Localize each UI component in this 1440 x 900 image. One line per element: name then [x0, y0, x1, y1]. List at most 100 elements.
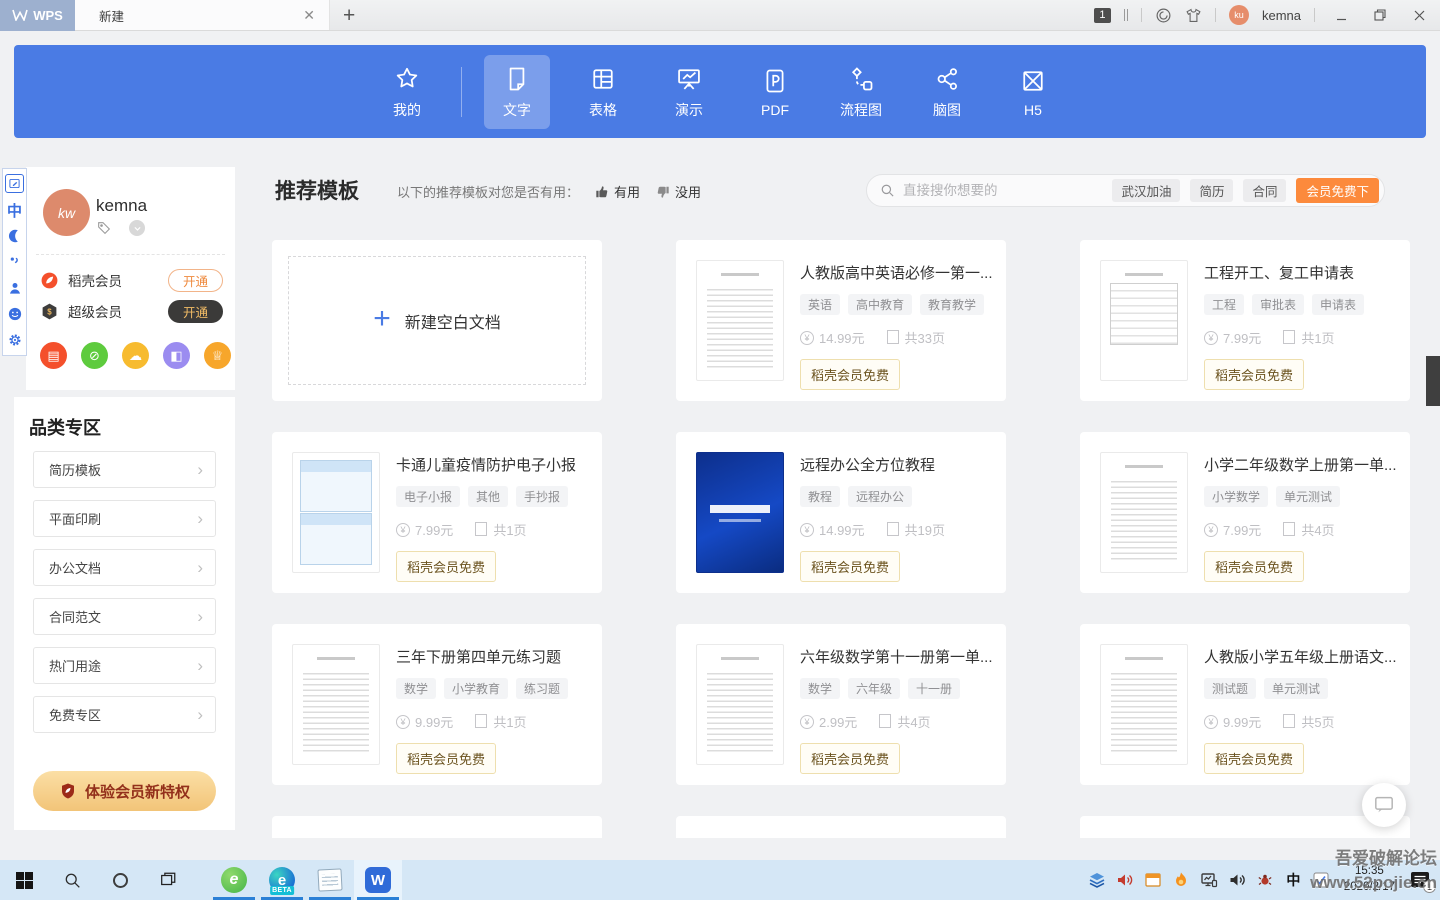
- smile-icon[interactable]: [5, 302, 24, 326]
- template-card[interactable]: 人教版高中英语必修一第一... 英语高中教育教育教学 ¥ 14.99元 共33页…: [676, 240, 1006, 401]
- category-item[interactable]: 平面印刷 ›: [33, 500, 216, 537]
- nav-item[interactable]: 文字: [484, 55, 550, 129]
- templates-icon[interactable]: ▤: [40, 342, 67, 369]
- nav-item[interactable]: H5: [1000, 57, 1066, 127]
- action-center-button[interactable]: 1: [1408, 869, 1432, 891]
- flame-icon[interactable]: [1172, 871, 1191, 890]
- profile-avatar[interactable]: kw: [43, 189, 90, 236]
- search-hot-tag[interactable]: 武汉加油: [1112, 179, 1180, 202]
- template-card[interactable]: 三年下册第四单元练习题 数学小学教育练习题 ¥ 9.99元 共1页 稻壳会员免费: [272, 624, 602, 785]
- search-hot-tag[interactable]: 合同: [1243, 179, 1286, 202]
- privileges-icon[interactable]: ♕: [204, 342, 231, 369]
- template-tag[interactable]: 申请表: [1312, 294, 1364, 315]
- template-tag[interactable]: 工程: [1204, 294, 1244, 315]
- netmon-icon[interactable]: [1200, 871, 1219, 890]
- template-tag[interactable]: 手抄报: [516, 486, 568, 507]
- template-tag[interactable]: 单元测试: [1264, 678, 1328, 699]
- feedback-chat-button[interactable]: [1362, 783, 1406, 827]
- document-tab[interactable]: 新建 ✕: [75, 0, 330, 30]
- cortana-button[interactable]: [96, 860, 144, 900]
- newdoc-tool-icon[interactable]: [5, 174, 24, 193]
- volume-red-icon[interactable]: [1116, 871, 1135, 890]
- layers-icon[interactable]: [1088, 871, 1107, 890]
- no-ads-icon[interactable]: ⊘: [81, 342, 108, 369]
- open-membership-button[interactable]: 开通: [168, 300, 223, 323]
- template-card[interactable]: 工程开工、复工申请表 工程审批表申请表 ¥ 7.99元 共1页 稻壳会员免费: [1080, 240, 1410, 401]
- template-card[interactable]: 卡通儿童疫情防护电子小报 电子小报其他手抄报 ¥ 7.99元 共1页 稻壳会员免…: [272, 432, 602, 593]
- template-card-partial[interactable]: [676, 816, 1006, 838]
- template-tag[interactable]: 电子小报: [396, 486, 460, 507]
- cloud-space-icon[interactable]: ☁: [122, 342, 149, 369]
- template-tag[interactable]: 教育教学: [920, 294, 984, 315]
- new-tab-button[interactable]: +: [343, 5, 355, 26]
- template-tag[interactable]: 小学教育: [444, 678, 508, 699]
- nav-item[interactable]: 脑图: [914, 55, 980, 129]
- user-avatar[interactable]: ku: [1229, 5, 1249, 25]
- tab-close-icon[interactable]: ✕: [299, 7, 319, 24]
- template-tag[interactable]: 测试题: [1204, 678, 1256, 699]
- template-tag[interactable]: 英语: [800, 294, 840, 315]
- close-button[interactable]: [1406, 4, 1432, 26]
- useless-button[interactable]: 没用: [656, 182, 701, 201]
- tag-icon[interactable]: [96, 220, 112, 236]
- category-item[interactable]: 合同范文 ›: [33, 598, 216, 635]
- night-icon[interactable]: [5, 224, 24, 248]
- pictures-icon[interactable]: ◧: [163, 342, 190, 369]
- template-tag[interactable]: 审批表: [1252, 294, 1304, 315]
- open-membership-button[interactable]: 开通: [168, 269, 223, 292]
- edge-beta-app[interactable]: eBETA: [258, 860, 306, 900]
- template-tag[interactable]: 单元测试: [1276, 486, 1340, 507]
- template-card[interactable]: 远程办公全方位教程 教程远程办公 ¥ 14.99元 共19页 稻壳会员免费: [676, 432, 1006, 593]
- template-tag[interactable]: 高中教育: [848, 294, 912, 315]
- browser-360-app[interactable]: e: [210, 860, 258, 900]
- template-tag[interactable]: 六年级: [848, 678, 900, 699]
- category-item[interactable]: 免费专区 ›: [33, 696, 216, 733]
- template-tag[interactable]: 数学: [396, 678, 436, 699]
- nav-item[interactable]: PDF: [742, 57, 808, 127]
- category-item[interactable]: 简历模板 ›: [33, 451, 216, 488]
- chevron-down-icon[interactable]: [129, 220, 145, 236]
- template-tag[interactable]: 小学数学: [1204, 486, 1268, 507]
- bug-icon[interactable]: [1256, 871, 1275, 890]
- taskbar-clock[interactable]: 15:35 2020/2/17: [1344, 864, 1395, 895]
- template-tag[interactable]: 数学: [800, 678, 840, 699]
- voice-icon[interactable]: [5, 250, 24, 274]
- minimize-button[interactable]: [1328, 4, 1354, 26]
- skin-icon[interactable]: [1185, 7, 1202, 24]
- template-card[interactable]: 小学二年级数学上册第一单... 小学数学单元测试 ¥ 7.99元 共4页 稻壳会…: [1080, 432, 1410, 593]
- template-tag[interactable]: 十一册: [908, 678, 960, 699]
- member-free-download-button[interactable]: 会员免费下: [1296, 178, 1379, 203]
- category-item[interactable]: 办公文档 ›: [33, 549, 216, 586]
- template-card[interactable]: 人教版小学五年级上册语文... 测试题单元测试 ¥ 9.99元 共5页 稻壳会员…: [1080, 624, 1410, 785]
- template-tag[interactable]: 其他: [468, 486, 508, 507]
- template-card-partial[interactable]: [1080, 816, 1410, 838]
- template-tag[interactable]: 远程办公: [848, 486, 912, 507]
- nav-item[interactable]: 演示: [656, 55, 722, 129]
- message-count-badge[interactable]: 1: [1094, 8, 1111, 23]
- nav-item[interactable]: 我的: [374, 55, 440, 129]
- scrollbar-thumb[interactable]: [1426, 356, 1440, 406]
- useful-button[interactable]: 有用: [595, 182, 640, 201]
- search-input[interactable]: [903, 183, 1102, 198]
- template-card-partial[interactable]: [272, 816, 602, 838]
- template-card[interactable]: 六年级数学第十一册第一单... 数学六年级十一册 ¥ 2.99元 共4页 稻壳会…: [676, 624, 1006, 785]
- gear-icon[interactable]: [5, 328, 24, 352]
- nav-item[interactable]: 表格: [570, 55, 636, 129]
- ime-blue-icon[interactable]: 中: [5, 198, 24, 222]
- template-tag[interactable]: 练习题: [516, 678, 568, 699]
- restore-button[interactable]: [1367, 4, 1393, 26]
- task-view-button[interactable]: [144, 860, 192, 900]
- new-blank-document-card[interactable]: + 新建空白文档: [272, 240, 602, 401]
- account-icon[interactable]: [5, 276, 24, 300]
- search-hot-tag[interactable]: 简历: [1190, 179, 1233, 202]
- volume-dark-icon[interactable]: [1228, 871, 1247, 890]
- start-button[interactable]: [0, 860, 48, 900]
- update-icon[interactable]: [1155, 7, 1172, 24]
- username[interactable]: kemna: [1262, 8, 1301, 23]
- wps-menu-button[interactable]: WPS: [0, 0, 75, 31]
- template-tag[interactable]: 教程: [800, 486, 840, 507]
- notepad-app[interactable]: [306, 860, 354, 900]
- taskbar-search-button[interactable]: [48, 860, 96, 900]
- wps-app[interactable]: W: [354, 860, 402, 900]
- window-orange-icon[interactable]: [1144, 871, 1163, 890]
